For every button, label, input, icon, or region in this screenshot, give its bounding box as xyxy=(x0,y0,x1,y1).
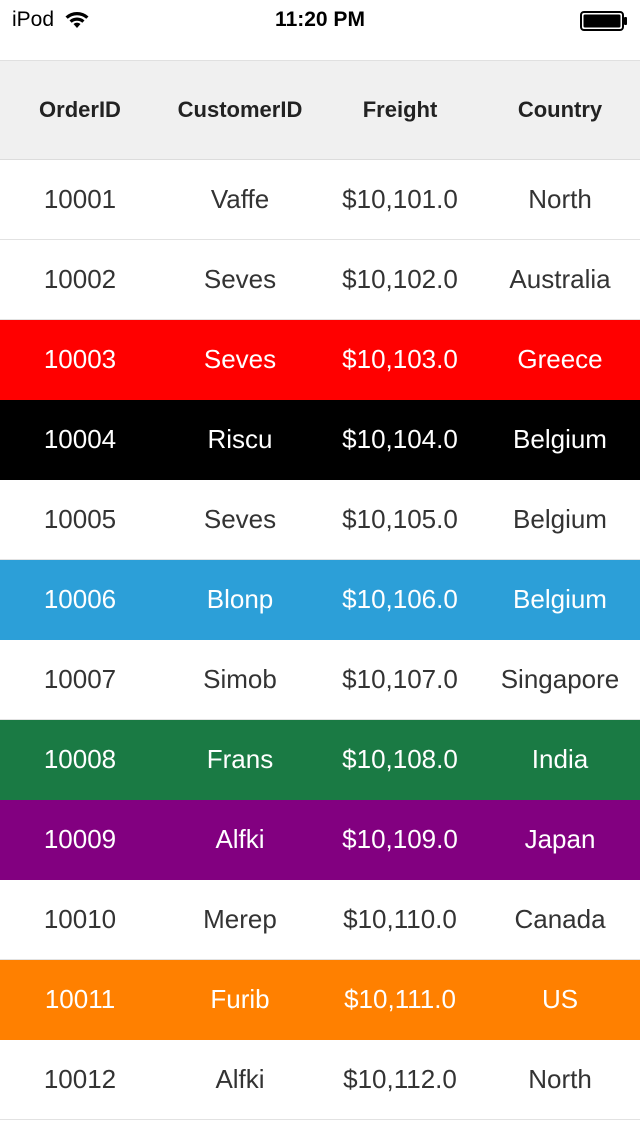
table-row[interactable]: 10009 Alfki $10,109.0 Japan xyxy=(0,800,640,880)
customer-id-cell[interactable]: Seves xyxy=(160,480,320,559)
table-row[interactable]: 10005 Seves $10,105.0 Belgium xyxy=(0,480,640,560)
freight-cell[interactable]: $10,110.0 xyxy=(320,880,480,959)
country-cell[interactable]: North xyxy=(480,1040,640,1119)
order-id-cell[interactable]: 10012 xyxy=(0,1040,160,1119)
order-id-cell[interactable]: 10009 xyxy=(0,800,160,879)
customer-id-cell[interactable]: Blonp xyxy=(160,560,320,639)
header-freight[interactable]: Freight xyxy=(320,61,480,159)
order-id-cell[interactable]: 10011 xyxy=(0,960,160,1039)
table-row[interactable]: 10002 Seves $10,102.0 Australia xyxy=(0,240,640,320)
freight-cell[interactable]: $10,111.0 xyxy=(320,960,480,1039)
customer-id-cell[interactable]: Frans xyxy=(160,720,320,799)
table-row[interactable]: 10010 Merep $10,110.0 Canada xyxy=(0,880,640,960)
header-country[interactable]: Country xyxy=(480,61,640,159)
freight-cell[interactable]: $10,101.0 xyxy=(320,160,480,239)
order-id-cell[interactable]: 10001 xyxy=(0,160,160,239)
status-time: 11:20 PM xyxy=(275,8,365,31)
country-cell[interactable]: Belgium xyxy=(480,400,640,479)
freight-cell[interactable]: $10,109.0 xyxy=(320,800,480,879)
order-id-cell[interactable]: 10005 xyxy=(0,480,160,559)
header-customer-id[interactable]: CustomerID xyxy=(160,61,320,159)
table-row[interactable]: 10001 Vaffe $10,101.0 North xyxy=(0,160,640,240)
freight-cell[interactable]: $10,106.0 xyxy=(320,560,480,639)
freight-cell[interactable]: $10,104.0 xyxy=(320,400,480,479)
country-cell[interactable]: Australia xyxy=(480,240,640,319)
country-cell[interactable]: Japan xyxy=(480,800,640,879)
freight-cell[interactable]: $10,102.0 xyxy=(320,240,480,319)
customer-id-cell[interactable]: Seves xyxy=(160,240,320,319)
order-id-cell[interactable]: 10003 xyxy=(0,320,160,399)
country-cell[interactable]: Singapore xyxy=(480,640,640,719)
table-row[interactable]: 10011 Furib $10,111.0 US xyxy=(0,960,640,1040)
country-cell[interactable]: Belgium xyxy=(480,560,640,639)
customer-id-cell[interactable]: Alfki xyxy=(160,800,320,879)
customer-id-cell[interactable]: Furib xyxy=(160,960,320,1039)
table-row[interactable]: 10012 Alfki $10,112.0 North xyxy=(0,1040,640,1120)
customer-id-cell[interactable]: Simob xyxy=(160,640,320,719)
data-grid: OrderID CustomerID Freight Country 10001… xyxy=(0,60,640,1120)
table-row[interactable]: 10003 Seves $10,103.0 Greece xyxy=(0,320,640,400)
freight-cell[interactable]: $10,103.0 xyxy=(320,320,480,399)
country-cell[interactable]: India xyxy=(480,720,640,799)
table-row[interactable]: 10006 Blonp $10,106.0 Belgium xyxy=(0,560,640,640)
customer-id-cell[interactable]: Merep xyxy=(160,880,320,959)
freight-cell[interactable]: $10,108.0 xyxy=(320,720,480,799)
customer-id-cell[interactable]: Alfki xyxy=(160,1040,320,1119)
order-id-cell[interactable]: 10007 xyxy=(0,640,160,719)
country-cell[interactable]: US xyxy=(480,960,640,1039)
header-order-id[interactable]: OrderID xyxy=(0,61,160,159)
freight-cell[interactable]: $10,105.0 xyxy=(320,480,480,559)
freight-cell[interactable]: $10,112.0 xyxy=(320,1040,480,1119)
customer-id-cell[interactable]: Vaffe xyxy=(160,160,320,239)
order-id-cell[interactable]: 10004 xyxy=(0,400,160,479)
customer-id-cell[interactable]: Riscu xyxy=(160,400,320,479)
customer-id-cell[interactable]: Seves xyxy=(160,320,320,399)
country-cell[interactable]: North xyxy=(480,160,640,239)
grid-header-row: OrderID CustomerID Freight Country xyxy=(0,60,640,160)
country-cell[interactable]: Belgium xyxy=(480,480,640,559)
country-cell[interactable]: Canada xyxy=(480,880,640,959)
battery-icon xyxy=(580,11,627,31)
order-id-cell[interactable]: 10008 xyxy=(0,720,160,799)
table-row[interactable]: 10004 Riscu $10,104.0 Belgium xyxy=(0,400,640,480)
order-id-cell[interactable]: 10010 xyxy=(0,880,160,959)
freight-cell[interactable]: $10,107.0 xyxy=(320,640,480,719)
grid-body: 10001 Vaffe $10,101.0 North 10002 Seves $10,10… xyxy=(0,160,640,1120)
status-bar: iPod 11:20 PM xyxy=(0,0,640,40)
order-id-cell[interactable]: 10006 xyxy=(0,560,160,639)
table-row[interactable]: 10008 Frans $10,108.0 India xyxy=(0,720,640,800)
table-row[interactable]: 10007 Simob $10,107.0 Singapore xyxy=(0,640,640,720)
order-id-cell[interactable]: 10002 xyxy=(0,240,160,319)
country-cell[interactable]: Greece xyxy=(480,320,640,399)
